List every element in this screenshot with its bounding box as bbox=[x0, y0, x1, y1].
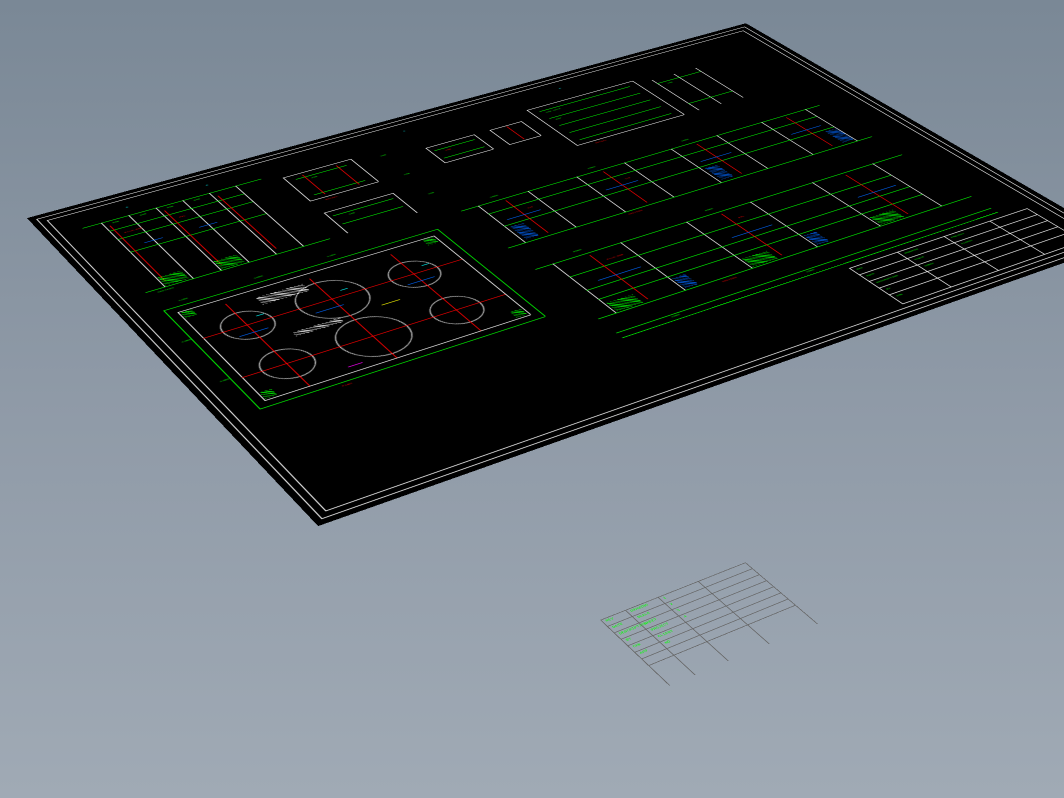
annotation: 250 bbox=[403, 173, 411, 176]
line bbox=[392, 193, 417, 213]
line bbox=[603, 171, 648, 202]
annotation: TYP bbox=[624, 177, 632, 180]
line bbox=[577, 115, 685, 146]
annotation: REF bbox=[555, 118, 563, 121]
annotation: 100 bbox=[348, 212, 356, 215]
line bbox=[521, 121, 542, 135]
line bbox=[350, 159, 379, 182]
hatch bbox=[511, 223, 540, 239]
hatch bbox=[705, 165, 734, 180]
line bbox=[488, 116, 817, 214]
annotation: FFL bbox=[738, 216, 746, 219]
line bbox=[761, 122, 813, 154]
annotation: 900 bbox=[193, 198, 201, 201]
line bbox=[569, 175, 891, 277]
line bbox=[342, 206, 403, 224]
annotation: A bbox=[125, 206, 129, 208]
line bbox=[182, 200, 249, 262]
line bbox=[489, 130, 509, 145]
line bbox=[509, 136, 541, 145]
annotation: 1500 bbox=[489, 195, 499, 199]
annotation: C bbox=[403, 130, 407, 132]
cad-viewport[interactable]: 600 900 600 900 EL+0.000 FFL SECTION 450… bbox=[0, 0, 1064, 798]
titleblock-field: CLIENT bbox=[961, 240, 975, 245]
annotation: 1500 bbox=[587, 166, 597, 170]
titleblock-field: REV bbox=[856, 267, 864, 271]
line bbox=[203, 259, 462, 339]
line bbox=[527, 110, 578, 145]
annotation: 3000 bbox=[704, 208, 714, 212]
annotation: 150 bbox=[380, 154, 388, 157]
annotation: 2400 bbox=[181, 339, 192, 344]
annotation: 900 bbox=[139, 213, 147, 216]
line bbox=[155, 208, 221, 271]
annotation: 1800 bbox=[253, 275, 264, 279]
annotation: 200 bbox=[667, 82, 674, 85]
annotation: 1200 bbox=[326, 254, 337, 258]
annotation: 1500 bbox=[681, 139, 691, 143]
line bbox=[117, 202, 253, 240]
annotation: D bbox=[559, 88, 563, 90]
annotation: 3000 bbox=[572, 249, 582, 253]
cad-drawing-sheet[interactable]: 600 900 600 900 EL+0.000 FFL SECTION 450… bbox=[28, 24, 1064, 525]
line bbox=[504, 127, 834, 227]
line bbox=[381, 299, 400, 305]
annotation: 100 bbox=[427, 192, 435, 195]
titleblock-field: SCALE bbox=[914, 256, 926, 261]
line bbox=[434, 139, 475, 151]
line bbox=[348, 362, 363, 367]
annotation: TYP bbox=[527, 206, 535, 209]
titleblock-overflow: REV DATE DESCRIPTION BY CHK APP DRAWING … bbox=[600, 563, 817, 686]
titleblock-field: CHK bbox=[896, 294, 905, 298]
line bbox=[209, 193, 277, 254]
annotation: FFL bbox=[179, 215, 187, 218]
titleblock-field: BY bbox=[886, 288, 893, 291]
annotation: 600 bbox=[166, 206, 174, 209]
line bbox=[695, 68, 743, 98]
line bbox=[235, 186, 304, 247]
line bbox=[310, 182, 379, 202]
titleblock-field: SHEET bbox=[924, 263, 936, 268]
line bbox=[791, 125, 821, 134]
line bbox=[657, 71, 701, 83]
annotation: 450 bbox=[311, 176, 319, 179]
annotation: DETAIL bbox=[595, 139, 608, 144]
line bbox=[336, 165, 360, 184]
annotation: B bbox=[206, 184, 210, 186]
annotation: PLAN bbox=[342, 383, 354, 388]
annotation: 600 bbox=[112, 221, 120, 224]
annotation: 2400 bbox=[219, 378, 231, 383]
line bbox=[606, 180, 639, 190]
line bbox=[507, 209, 541, 219]
line bbox=[506, 126, 525, 139]
drawing-content: 600 900 600 900 EL+0.000 FFL SECTION 450… bbox=[52, 32, 1064, 507]
line bbox=[579, 113, 671, 140]
line bbox=[700, 152, 731, 162]
line bbox=[101, 223, 166, 287]
line bbox=[632, 81, 685, 115]
titleblock-field: DATE bbox=[866, 273, 876, 277]
annotation: 1200 bbox=[178, 298, 189, 303]
line bbox=[283, 178, 311, 201]
annotation: 200 bbox=[445, 149, 453, 152]
line bbox=[128, 215, 193, 278]
line bbox=[716, 135, 768, 168]
line bbox=[688, 91, 732, 104]
